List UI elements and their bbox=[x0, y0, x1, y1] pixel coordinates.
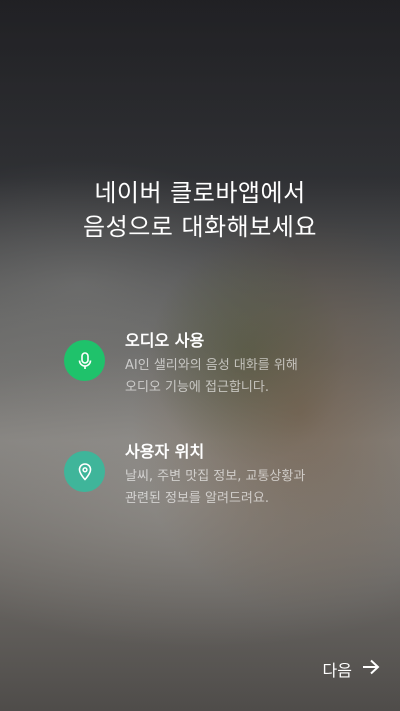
feature-audio-desc-line-1: AI인 샐리와의 음성 대화를 위해 bbox=[125, 358, 298, 373]
headline-line-1: 네이버 클로바앱에서 bbox=[94, 179, 306, 207]
feature-location-desc-line-2: 관련된 정보를 알려드려요. bbox=[125, 491, 269, 506]
headline-line-2: 음성으로 대화해보세요 bbox=[83, 213, 317, 241]
next-button-label: 다음 bbox=[322, 661, 352, 680]
headline: 네이버 클로바앱에서 음성으로 대화해보세요 bbox=[0, 176, 400, 244]
location-pin-icon bbox=[64, 451, 105, 492]
next-button[interactable]: 다음 bbox=[323, 657, 380, 681]
feature-location-desc-line-1: 날씨, 주변 맛집 정보, 교통상황과 bbox=[125, 469, 306, 484]
feature-audio-title: 오디오 사용 bbox=[125, 331, 205, 350]
microphone-icon bbox=[64, 340, 105, 381]
feature-audio-desc-line-2: 오디오 기능에 접근합니다. bbox=[125, 380, 269, 395]
arrow-right-icon bbox=[362, 659, 380, 679]
onboarding-screen: 네이버 클로바앱에서 음성으로 대화해보세요 오디오 사용 AI인 샐리와의 음… bbox=[0, 0, 400, 711]
feature-audio-description: AI인 샐리와의 음성 대화를 위해 오디오 기능에 접근합니다. bbox=[125, 355, 365, 399]
feature-location-description: 날씨, 주변 맛집 정보, 교통상황과 관련된 정보를 알려드려요. bbox=[125, 466, 365, 510]
feature-location-title: 사용자 위치 bbox=[125, 442, 205, 461]
